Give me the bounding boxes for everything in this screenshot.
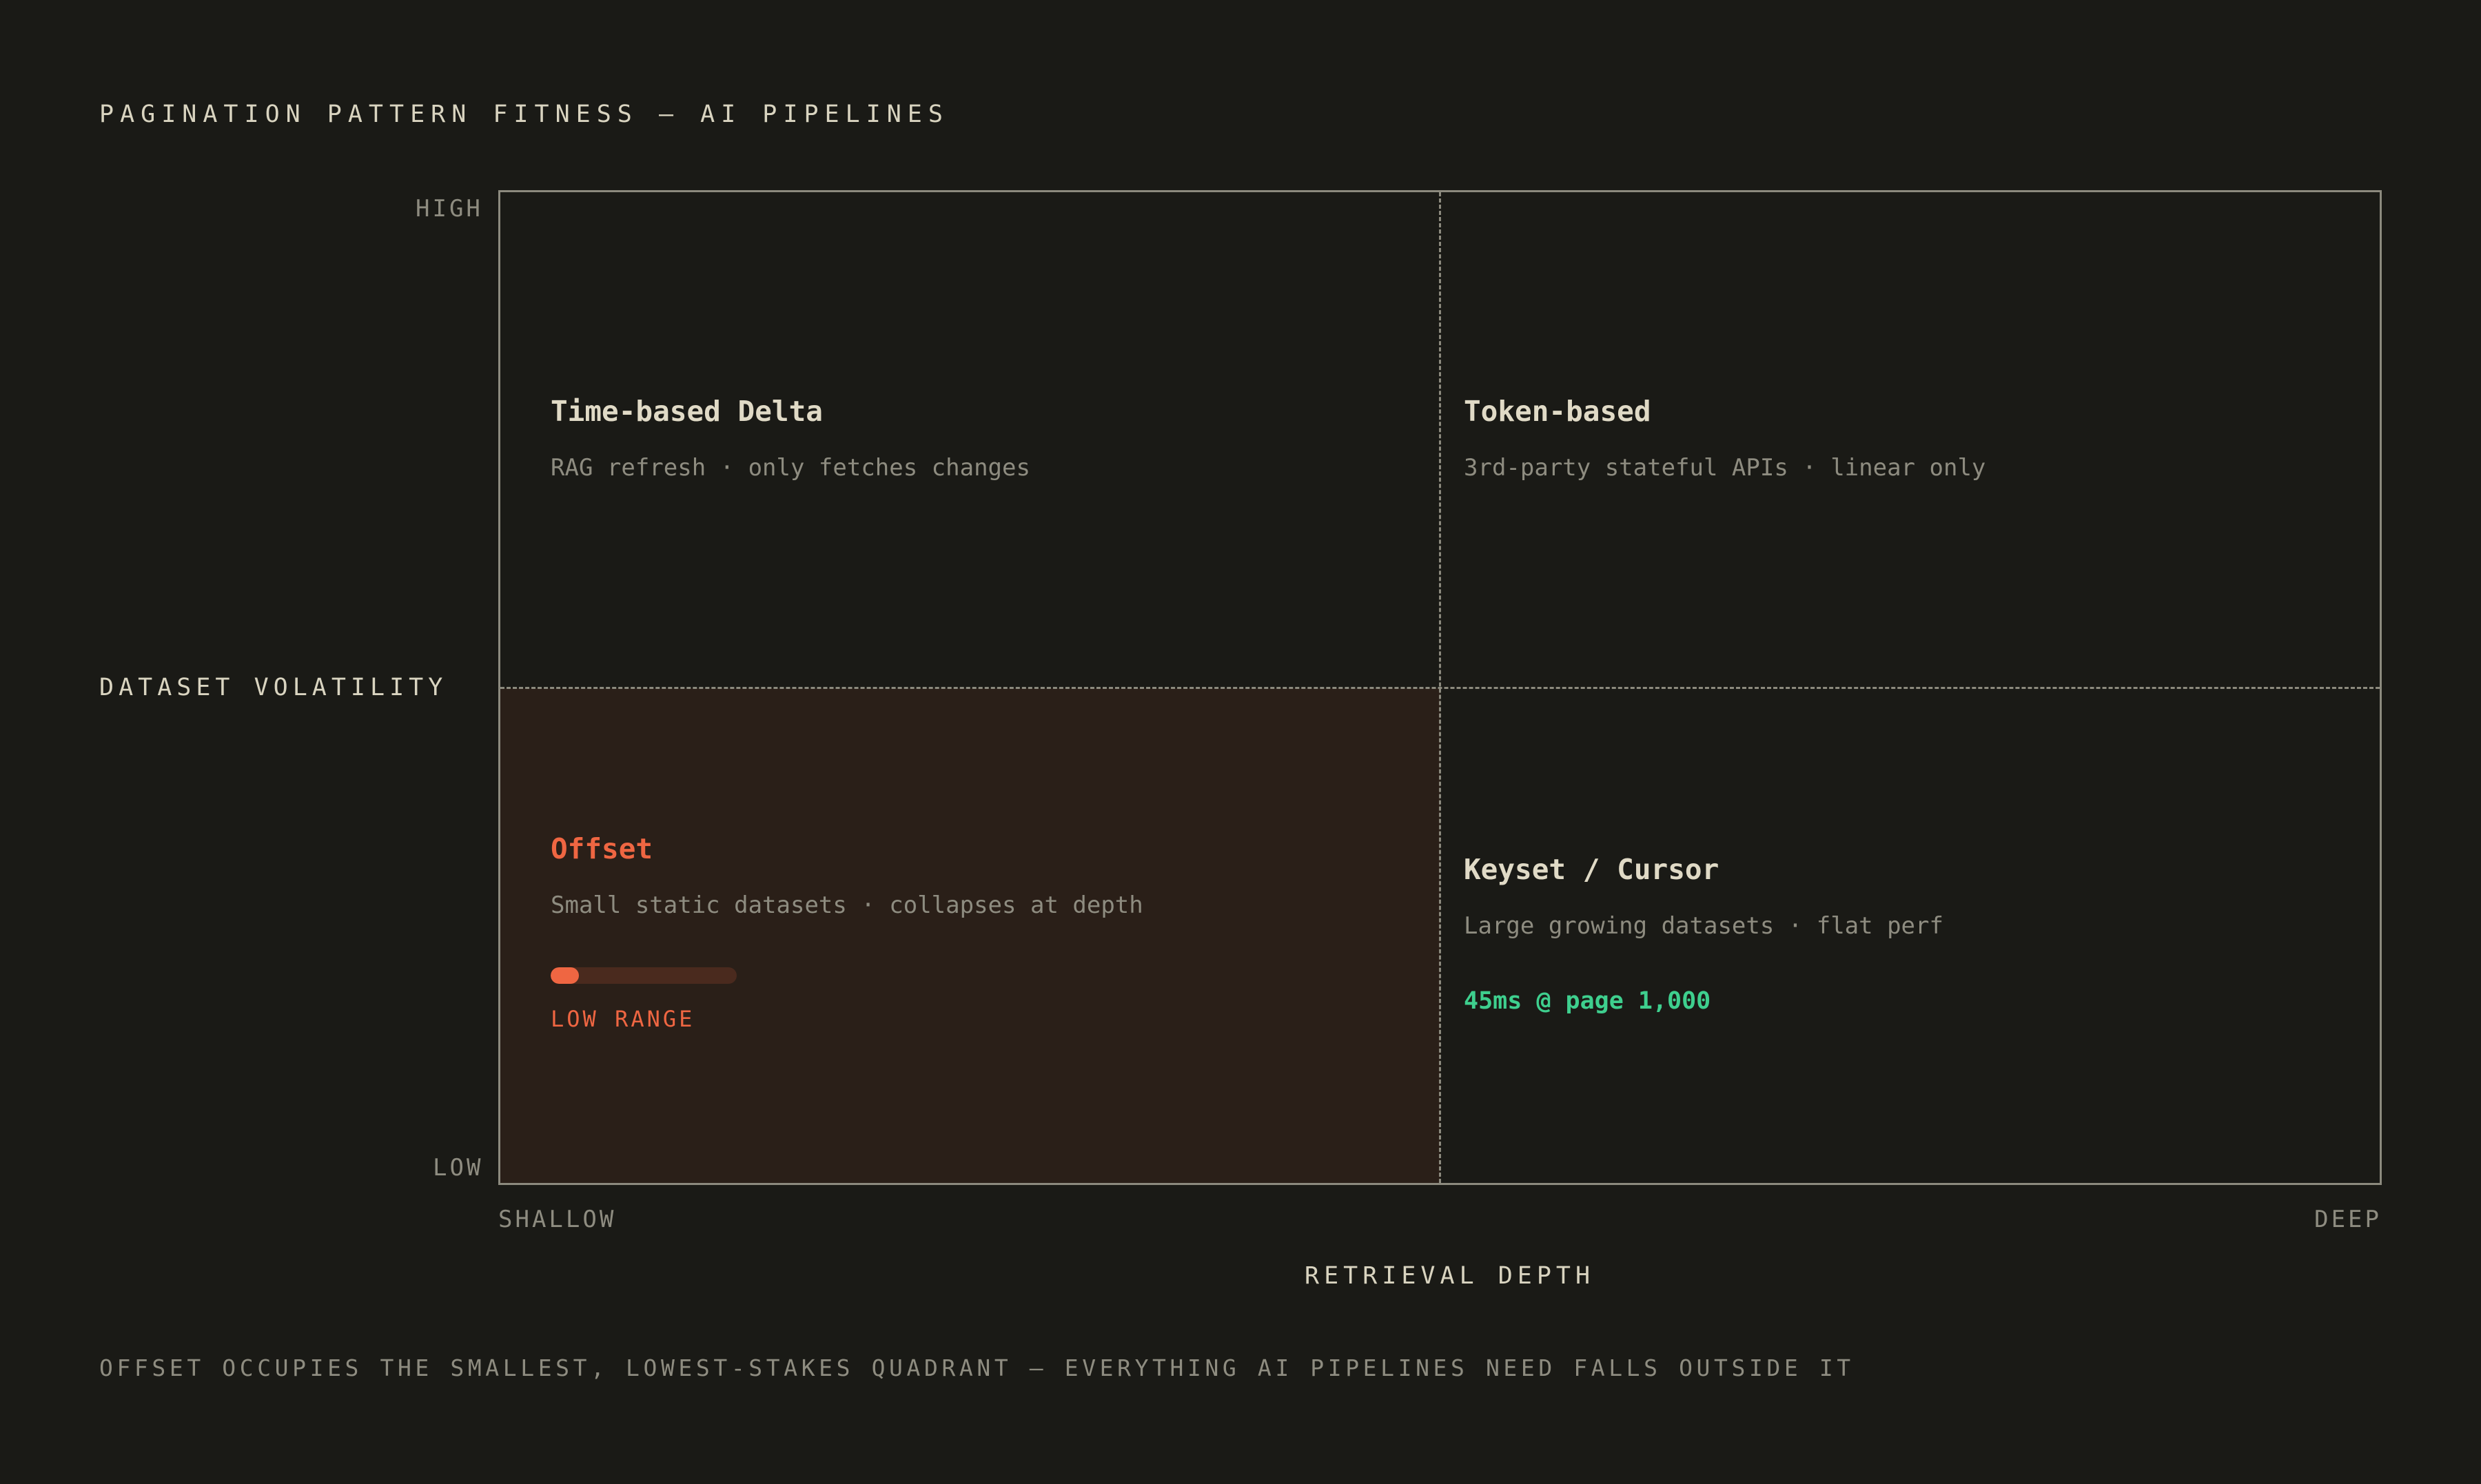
range-bar	[551, 967, 737, 984]
performance-metric: 45ms @ page 1,000	[1464, 987, 1711, 1015]
quadrant-token-based: Token-based 3rd-party stateful APIs · li…	[1440, 192, 2380, 688]
x-axis-low-label: SHALLOW	[498, 1206, 617, 1233]
quadrant-title: Token-based	[1464, 395, 1651, 428]
quadrant-description: RAG refresh · only fetches changes	[551, 454, 1030, 482]
quadrant-description: Small static datasets · collapses at dep…	[551, 892, 1143, 919]
y-axis-high-label: HIGH	[416, 195, 483, 223]
x-axis-high-label: DEEP	[2314, 1206, 2382, 1233]
range-label: LOW RANGE	[551, 1006, 695, 1032]
range-bar-fill	[551, 967, 579, 984]
footnote: OFFSET OCCUPIES THE SMALLEST, LOWEST-STA…	[99, 1354, 1855, 1381]
page-title: PAGINATION PATTERN FITNESS — AI PIPELINE…	[99, 101, 949, 128]
horizontal-divider	[500, 687, 2380, 689]
quadrant-offset: Offset Small static datasets · collapses…	[500, 688, 1440, 1183]
quadrant-description: 3rd-party stateful APIs · linear only	[1464, 454, 1986, 482]
quadrant-title: Offset	[551, 832, 653, 865]
quadrant-title: Keyset / Cursor	[1464, 853, 1719, 886]
y-axis-title: DATASET VOLATILITY	[99, 674, 448, 701]
quadrant-description: Large growing datasets · flat perf	[1464, 912, 1943, 940]
x-axis-title: RETRIEVAL DEPTH	[1305, 1262, 1595, 1290]
quadrant-title: Time-based Delta	[551, 395, 823, 428]
y-axis-low-label: LOW	[433, 1154, 484, 1182]
quadrant-time-based-delta: Time-based Delta RAG refresh · only fetc…	[500, 192, 1440, 688]
quadrant-keyset-cursor: Keyset / Cursor Large growing datasets ·…	[1440, 688, 2380, 1183]
quadrant-matrix: Time-based Delta RAG refresh · only fetc…	[498, 190, 2382, 1185]
